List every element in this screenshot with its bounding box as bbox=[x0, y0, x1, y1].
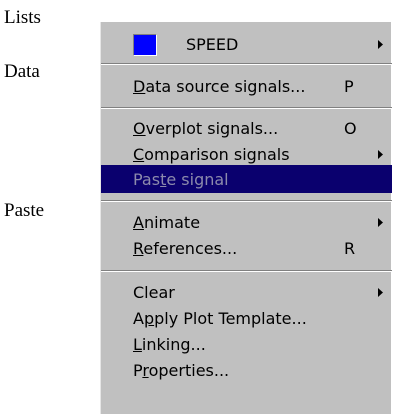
menu-item-label: Paste signal bbox=[133, 169, 229, 189]
color-swatch bbox=[133, 34, 157, 56]
context-menu: SPEED Data source signals... P Overplot … bbox=[100, 22, 392, 414]
signal-name: SPEED bbox=[186, 34, 239, 54]
menu-separator bbox=[101, 200, 392, 202]
lists-label: Lists bbox=[4, 7, 41, 28]
menu-item-properties[interactable]: Properties... bbox=[101, 355, 392, 385]
shortcut-key: P bbox=[344, 76, 354, 96]
shortcut-key: R bbox=[344, 238, 356, 258]
menu-item-label: Properties... bbox=[133, 360, 230, 380]
menu-item-speed[interactable]: SPEED bbox=[101, 29, 392, 59]
menu-item-label: Comparison signals bbox=[133, 144, 290, 164]
menu-item-label: Animate bbox=[133, 212, 201, 232]
submenu-arrow-icon bbox=[378, 29, 383, 59]
menu-item-data-source-signals[interactable]: Data source signals... P bbox=[101, 71, 392, 101]
paste-label: Paste bbox=[4, 200, 45, 221]
menu-item-label: Apply Plot Template... bbox=[133, 308, 307, 328]
menu-item-references[interactable]: References... R bbox=[101, 233, 392, 263]
menu-item-label: References... bbox=[133, 238, 238, 258]
menu-item-label: Overplot signals... bbox=[133, 118, 279, 138]
menu-separator bbox=[101, 63, 392, 65]
menu-item-paste-signal[interactable]: Paste signal bbox=[101, 165, 392, 193]
menu-item-label: Linking... bbox=[133, 334, 206, 354]
menu-item-label: Data source signals... bbox=[133, 76, 306, 96]
menu-separator bbox=[101, 270, 392, 272]
menu-item-label: Clear bbox=[133, 282, 175, 302]
data-label: Data bbox=[4, 61, 40, 82]
menu-separator bbox=[101, 107, 392, 109]
